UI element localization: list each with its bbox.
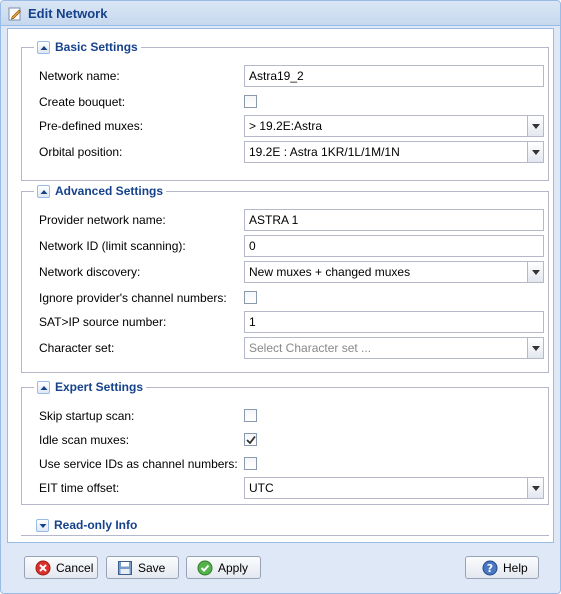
- expert-settings-title: Expert Settings: [55, 380, 144, 394]
- chevron-down-icon[interactable]: [527, 116, 543, 136]
- network-discovery-select[interactable]: New muxes + changed muxes: [244, 261, 544, 283]
- save-button[interactable]: Save: [106, 556, 179, 579]
- row-idle-scan-muxes: Idle scan muxes:: [22, 429, 548, 451]
- collapse-up-icon[interactable]: [37, 40, 50, 54]
- character-set-select[interactable]: Select Character set ...: [244, 337, 544, 359]
- row-character-set: Character set: Select Character set ...: [22, 337, 548, 359]
- chevron-down-icon[interactable]: [527, 262, 543, 282]
- row-satip-source: SAT>IP source number: 1: [22, 311, 548, 333]
- row-create-bouquet: Create bouquet:: [22, 91, 548, 113]
- row-network-discovery: Network discovery: New muxes + changed m…: [22, 261, 548, 283]
- network-id-input[interactable]: 0: [244, 235, 544, 257]
- eit-offset-value: UTC: [249, 481, 274, 495]
- row-ignore-channel-numbers: Ignore provider's channel numbers:: [22, 287, 548, 309]
- help-button[interactable]: ? Help: [465, 556, 539, 579]
- create-bouquet-checkbox[interactable]: [244, 95, 257, 108]
- save-button-label: Save: [138, 560, 166, 575]
- collapse-up-icon[interactable]: [37, 184, 50, 198]
- chevron-down-icon[interactable]: [527, 142, 543, 162]
- row-provider-network-name: Provider network name: ASTRA 1: [22, 209, 548, 231]
- provider-network-name-label: Provider network name:: [39, 213, 166, 227]
- ignore-channel-numbers-checkbox[interactable]: [244, 291, 257, 304]
- predefined-muxes-value: > 19.2E:Astra: [249, 119, 323, 133]
- basic-settings-legend[interactable]: Basic Settings: [34, 39, 141, 55]
- provider-network-name-input[interactable]: ASTRA 1: [244, 209, 544, 231]
- predefined-muxes-select[interactable]: > 19.2E:Astra: [244, 115, 544, 137]
- advanced-settings-legend[interactable]: Advanced Settings: [34, 183, 167, 199]
- character-set-label: Character set:: [39, 341, 115, 355]
- network-name-label: Network name:: [39, 69, 120, 83]
- eit-offset-select[interactable]: UTC: [244, 477, 544, 499]
- predefined-muxes-label: Pre-defined muxes:: [39, 119, 144, 133]
- save-icon: [117, 560, 133, 576]
- orbital-position-select[interactable]: 19.2E : Astra 1KR/1L/1M/1N: [244, 141, 544, 163]
- orbital-position-label: Orbital position:: [39, 145, 123, 159]
- svg-text:?: ?: [487, 562, 493, 575]
- service-ids-label: Use service IDs as channel numbers:: [39, 457, 238, 471]
- idle-scan-muxes-checkbox[interactable]: [244, 433, 257, 446]
- expand-down-icon[interactable]: [36, 518, 49, 532]
- eit-offset-label: EIT time offset:: [39, 481, 120, 495]
- cancel-button[interactable]: Cancel: [24, 556, 98, 579]
- expert-settings-legend[interactable]: Expert Settings: [34, 379, 147, 395]
- readonly-info-title: Read-only Info: [54, 518, 138, 532]
- cancel-button-label: Cancel: [56, 560, 94, 575]
- character-set-placeholder: Select Character set ...: [249, 341, 372, 355]
- network-discovery-value: New muxes + changed muxes: [249, 265, 411, 279]
- checkmark-icon: [246, 435, 256, 445]
- orbital-position-value: 19.2E : Astra 1KR/1L/1M/1N: [249, 145, 400, 159]
- collapse-up-icon[interactable]: [37, 380, 50, 394]
- satip-source-input[interactable]: 1: [244, 311, 544, 333]
- row-network-name: Network name: Astra19_2: [22, 65, 548, 87]
- skip-startup-scan-label: Skip startup scan:: [39, 409, 135, 423]
- satip-source-label: SAT>IP source number:: [39, 315, 167, 329]
- ignore-channel-numbers-label: Ignore provider's channel numbers:: [39, 291, 227, 305]
- basic-settings-fieldset: Basic Settings Network name: Astra19_2 C…: [21, 39, 549, 181]
- row-service-ids: Use service IDs as channel numbers:: [22, 453, 548, 475]
- create-bouquet-label: Create bouquet:: [39, 95, 126, 109]
- skip-startup-scan-checkbox[interactable]: [244, 409, 257, 422]
- expert-settings-fieldset: Expert Settings Skip startup scan: Idle …: [21, 379, 549, 505]
- network-name-input[interactable]: Astra19_2: [244, 65, 544, 87]
- row-orbital-position: Orbital position: 19.2E : Astra 1KR/1L/1…: [22, 141, 548, 163]
- check-circle-icon: [197, 560, 213, 576]
- row-skip-startup-scan: Skip startup scan:: [22, 405, 548, 427]
- window-title: Edit Network: [28, 6, 108, 21]
- network-id-label: Network ID (limit scanning):: [39, 239, 186, 253]
- edit-network-window: Edit Network Basic Settings Network name…: [0, 0, 561, 594]
- cancel-icon: [35, 560, 51, 576]
- readonly-info-legend[interactable]: Read-only Info: [33, 517, 141, 533]
- service-ids-checkbox[interactable]: [244, 457, 257, 470]
- window-titlebar[interactable]: Edit Network: [1, 1, 560, 26]
- advanced-settings-fieldset: Advanced Settings Provider network name:…: [21, 183, 549, 373]
- help-button-label: Help: [503, 560, 528, 575]
- idle-scan-muxes-label: Idle scan muxes:: [39, 433, 130, 447]
- row-network-id: Network ID (limit scanning): 0: [22, 235, 548, 257]
- help-icon: ?: [482, 560, 498, 576]
- form-panel: Basic Settings Network name: Astra19_2 C…: [7, 28, 554, 543]
- row-predefined-muxes: Pre-defined muxes: > 19.2E:Astra: [22, 115, 548, 137]
- apply-button[interactable]: Apply: [186, 556, 261, 579]
- chevron-down-icon[interactable]: [527, 338, 543, 358]
- edit-icon: [8, 7, 22, 21]
- advanced-settings-title: Advanced Settings: [55, 184, 164, 198]
- chevron-down-icon[interactable]: [527, 478, 543, 498]
- basic-settings-title: Basic Settings: [55, 40, 138, 54]
- network-discovery-label: Network discovery:: [39, 265, 141, 279]
- row-eit-offset: EIT time offset: UTC: [22, 477, 548, 499]
- apply-button-label: Apply: [218, 560, 249, 575]
- readonly-info-fieldset: Read-only Info: [21, 517, 549, 536]
